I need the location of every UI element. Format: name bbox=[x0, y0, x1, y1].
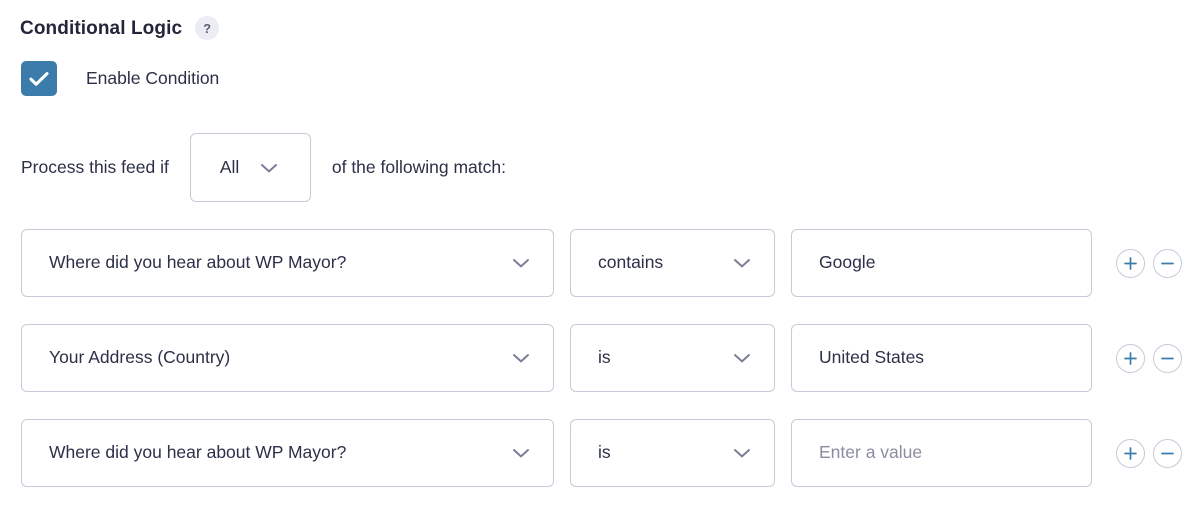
condition-row-actions bbox=[1116, 248, 1182, 278]
chevron-down-icon bbox=[259, 162, 279, 174]
enable-condition-label: Enable Condition bbox=[86, 67, 220, 88]
chevron-down-icon bbox=[732, 257, 752, 269]
enable-condition-row[interactable]: Enable Condition bbox=[21, 61, 219, 96]
question-mark-icon[interactable]: ? bbox=[195, 16, 220, 40]
conditional-logic-panel: Conditional Logic ? Enable Condition Pro… bbox=[0, 0, 1200, 529]
plus-icon bbox=[1123, 256, 1138, 271]
chevron-down-icon bbox=[732, 352, 752, 364]
condition-operator-value: contains bbox=[598, 254, 664, 272]
page-title: Conditional Logic bbox=[20, 17, 183, 39]
condition-field-value: Your Address (Country) bbox=[49, 349, 231, 367]
chevron-down-icon bbox=[511, 352, 531, 364]
condition-value-text: United States bbox=[819, 349, 925, 367]
condition-value-input[interactable]: Google bbox=[791, 229, 1092, 297]
minus-icon bbox=[1160, 351, 1175, 366]
condition-value-placeholder: Enter a value bbox=[819, 444, 923, 462]
condition-operator-select[interactable]: is bbox=[570, 419, 775, 487]
condition-row: Your Address (Country) is United States bbox=[21, 324, 1182, 392]
add-condition-button[interactable] bbox=[1116, 438, 1145, 468]
condition-field-select[interactable]: Where did you hear about WP Mayor? bbox=[21, 229, 554, 297]
condition-field-select[interactable]: Where did you hear about WP Mayor? bbox=[21, 419, 554, 487]
condition-value-input[interactable]: United States bbox=[791, 324, 1092, 392]
remove-condition-button[interactable] bbox=[1153, 343, 1182, 373]
process-rule-prefix: Process this feed if bbox=[21, 156, 169, 177]
remove-condition-button[interactable] bbox=[1153, 248, 1182, 278]
condition-value-text: Google bbox=[819, 254, 876, 272]
match-type-value: All bbox=[219, 156, 240, 177]
chevron-down-icon bbox=[511, 257, 531, 269]
match-type-select[interactable]: All bbox=[189, 133, 311, 202]
plus-icon bbox=[1123, 446, 1138, 461]
add-condition-button[interactable] bbox=[1116, 343, 1145, 373]
section-header: Conditional Logic ? bbox=[20, 16, 220, 40]
enable-condition-checkbox[interactable] bbox=[21, 61, 57, 96]
condition-row-actions bbox=[1116, 343, 1182, 373]
condition-row: Where did you hear about WP Mayor? is En… bbox=[21, 419, 1182, 487]
condition-operator-select[interactable]: contains bbox=[570, 229, 775, 297]
remove-condition-button[interactable] bbox=[1153, 438, 1182, 468]
check-icon bbox=[29, 71, 49, 87]
condition-field-value: Where did you hear about WP Mayor? bbox=[49, 444, 347, 462]
condition-row: Where did you hear about WP Mayor? conta… bbox=[21, 229, 1182, 297]
condition-row-actions bbox=[1116, 438, 1182, 468]
add-condition-button[interactable] bbox=[1116, 248, 1145, 278]
chevron-down-icon bbox=[732, 447, 752, 459]
condition-operator-select[interactable]: is bbox=[570, 324, 775, 392]
process-rule-suffix: of the following match: bbox=[331, 156, 506, 177]
chevron-down-icon bbox=[511, 447, 531, 459]
condition-value-input[interactable]: Enter a value bbox=[791, 419, 1092, 487]
condition-field-value: Where did you hear about WP Mayor? bbox=[49, 254, 347, 272]
condition-operator-value: is bbox=[598, 444, 611, 462]
minus-icon bbox=[1160, 446, 1175, 461]
condition-field-select[interactable]: Your Address (Country) bbox=[21, 324, 554, 392]
plus-icon bbox=[1123, 351, 1138, 366]
condition-operator-value: is bbox=[598, 349, 611, 367]
process-rule-row: Process this feed if All of the followin… bbox=[21, 133, 506, 202]
minus-icon bbox=[1160, 256, 1175, 271]
